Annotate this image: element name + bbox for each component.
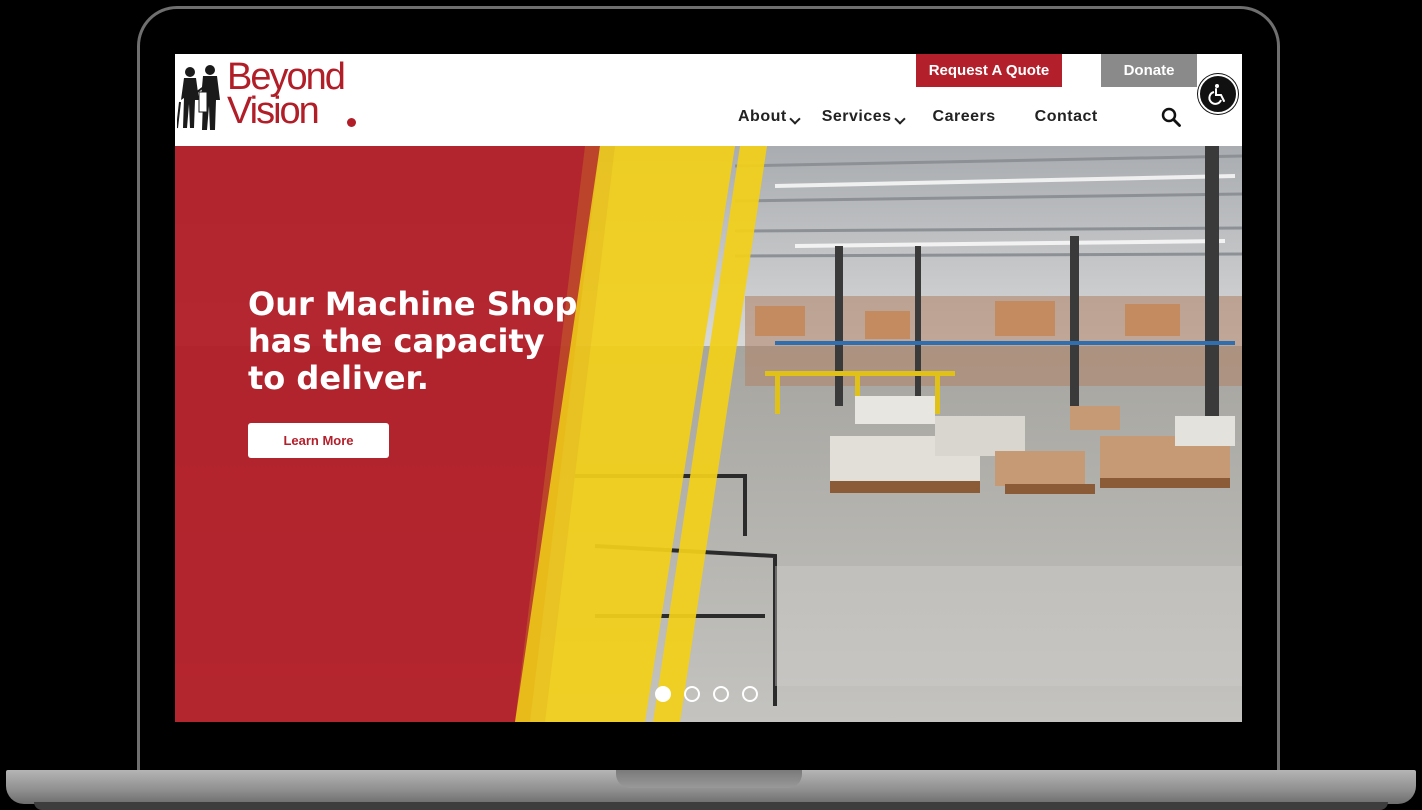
beyond-vision-logo[interactable]: Beyond Vision	[177, 56, 367, 132]
slider-pagination	[655, 686, 771, 702]
nav-item-label: Services	[821, 108, 892, 125]
site-header: Beyond Vision Request A Quote Donate Abo…	[175, 54, 1242, 146]
logo-figures-icon	[177, 65, 227, 130]
logo-text-line2: Vision	[227, 90, 320, 132]
hero-title-line2: has the capacity	[248, 322, 545, 360]
slider-dot-2[interactable]	[684, 686, 700, 702]
chevron-down-icon	[893, 113, 906, 125]
search-icon[interactable]	[1161, 107, 1181, 127]
main-nav: About Services Careers Contact	[738, 104, 1098, 130]
nav-item-careers[interactable]: Careers	[933, 108, 996, 126]
laptop-mockup: Beyond Vision Request A Quote Donate Abo…	[0, 0, 1422, 810]
nav-item-label: Careers	[932, 108, 996, 125]
nav-item-contact[interactable]: Contact	[1035, 108, 1098, 126]
nav-item-label: About	[738, 108, 787, 125]
hero-slider: Our Machine Shop has the capacity to del…	[175, 146, 1242, 722]
laptop-notch	[616, 770, 802, 788]
wheelchair-icon	[1208, 84, 1225, 105]
hero-title-line1: Our Machine Shop	[248, 285, 578, 323]
nav-item-about[interactable]: About	[738, 108, 801, 126]
hero-title-line3: to deliver.	[248, 359, 429, 397]
laptop-base-lip	[34, 802, 1388, 810]
accessibility-button[interactable]	[1198, 74, 1238, 114]
donate-button[interactable]: Donate	[1101, 54, 1197, 87]
browser-screen: Beyond Vision Request A Quote Donate Abo…	[175, 54, 1242, 722]
registered-mark-icon	[347, 118, 356, 127]
request-quote-button[interactable]: Request A Quote	[916, 54, 1062, 87]
nav-item-services[interactable]: Services	[821, 108, 906, 126]
chevron-down-icon	[789, 113, 801, 125]
nav-item-label: Contact	[1034, 108, 1098, 125]
slider-dot-3[interactable]	[713, 686, 729, 702]
hero-title: Our Machine Shop has the capacity to del…	[248, 286, 628, 397]
logo-wordmark: Beyond Vision	[227, 56, 346, 132]
slider-dot-1[interactable]	[655, 686, 671, 702]
learn-more-button[interactable]: Learn More	[248, 423, 389, 458]
slider-dot-4[interactable]	[742, 686, 758, 702]
logo-text-line1: Beyond	[227, 56, 346, 98]
